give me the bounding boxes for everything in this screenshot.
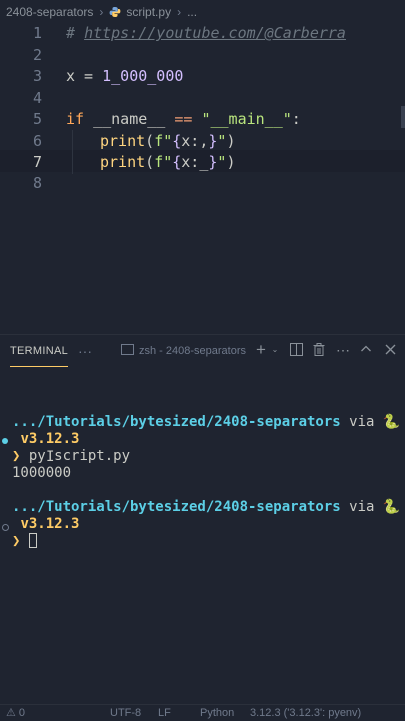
terminal-output[interactable]: .../Tutorials/bytesized/2408-separators … <box>12 397 404 584</box>
command-success-decoration[interactable] <box>2 438 8 444</box>
comment-link[interactable]: https://youtube.com/@Carberra <box>84 24 346 42</box>
more-actions-icon[interactable]: ··· <box>78 343 92 359</box>
code-line: 7 print(f"{x:_}") <box>0 151 405 173</box>
tab-terminal[interactable]: TERMINAL <box>10 335 69 367</box>
code-line: 2 <box>0 44 405 66</box>
code-line: 8 <box>0 172 405 194</box>
chevron-down-icon[interactable]: ⌄ <box>268 343 282 357</box>
python-file-icon <box>109 7 121 17</box>
breadcrumb-folder[interactable]: 2408-separators <box>6 5 93 19</box>
code-line: 6 print(f"{x:,}") <box>0 130 405 152</box>
code-line: 4 <box>0 87 405 109</box>
command-pending-decoration[interactable] <box>2 524 9 531</box>
interpreter-indicator[interactable]: 3.12.3 ('3.12.3': pyenv) <box>250 706 361 720</box>
plus-icon[interactable]: + <box>254 341 268 358</box>
terminal-instance[interactable]: zsh - 2408-separators <box>121 335 246 367</box>
problems-indicator[interactable]: ⚠ 0 <box>6 706 25 720</box>
terminal-icon <box>121 344 134 355</box>
prompt-version: v3.12.3 <box>20 516 80 532</box>
line-number: 7 <box>32 153 42 171</box>
prompt-line: .../Tutorials/bytesized/2408-separators … <box>12 414 401 430</box>
code-editor[interactable]: 1 # https://youtube.com/@Carberra 2 3 x … <box>0 24 405 334</box>
line-number: 1 <box>32 24 42 42</box>
python-icon: 🐍 <box>382 499 401 515</box>
command-output: 1000000 <box>12 465 72 481</box>
line-number: 5 <box>32 110 42 128</box>
prompt-version: v3.12.3 <box>20 431 80 447</box>
text-cursor-icon: I <box>46 449 55 465</box>
maximize-panel-icon[interactable] <box>359 343 373 357</box>
close-icon[interactable] <box>383 343 397 357</box>
language-indicator[interactable]: Python <box>200 706 234 720</box>
prompt-line: .../Tutorials/bytesized/2408-separators … <box>12 499 401 515</box>
split-terminal-icon[interactable] <box>289 343 303 357</box>
line-number: 2 <box>32 46 42 64</box>
breadcrumb-file[interactable]: script.py <box>126 5 171 19</box>
code-line: 1 # https://youtube.com/@Carberra <box>0 22 405 44</box>
ellipsis-icon[interactable]: ⋯ <box>336 343 350 357</box>
line-number: 8 <box>32 174 42 192</box>
breadcrumb: 2408-separators › script.py › ... <box>0 0 405 24</box>
command-line: ❯ py script.py <box>12 448 131 464</box>
line-number: 4 <box>32 89 42 107</box>
python-icon: 🐍 <box>382 414 401 430</box>
code-text: x = 1_000_000 <box>66 67 184 85</box>
code-text: print(f"{x:_}") <box>100 153 236 171</box>
line-number: 3 <box>32 67 42 85</box>
code-text: if __name__ == "__main__": <box>66 110 301 128</box>
eol-indicator[interactable]: LF <box>158 706 171 720</box>
command-line: ❯ <box>12 533 404 550</box>
breadcrumb-ellipsis[interactable]: ... <box>187 5 197 19</box>
chevron-right-icon: › <box>177 5 182 19</box>
terminal-cursor <box>28 533 37 548</box>
trash-icon[interactable] <box>312 343 326 357</box>
status-bar: ⚠ 0 UTF-8 LF Python 3.12.3 ('3.12.3': py… <box>0 704 405 721</box>
chevron-right-icon: › <box>99 5 104 19</box>
terminal-panel: TERMINAL ··· zsh - 2408-separators + ⌄ ⋯… <box>0 334 405 705</box>
code-line: 5 if __name__ == "__main__": <box>0 108 405 130</box>
code-line: 3 x = 1_000_000 <box>0 65 405 87</box>
code-text: print(f"{x:,}") <box>100 132 236 150</box>
code-comment: # https://youtube.com/@Carberra <box>66 24 346 42</box>
panel-header: TERMINAL ··· zsh - 2408-separators + ⌄ ⋯ <box>0 335 405 367</box>
line-number: 6 <box>32 132 42 150</box>
encoding-indicator[interactable]: UTF-8 <box>110 706 141 720</box>
